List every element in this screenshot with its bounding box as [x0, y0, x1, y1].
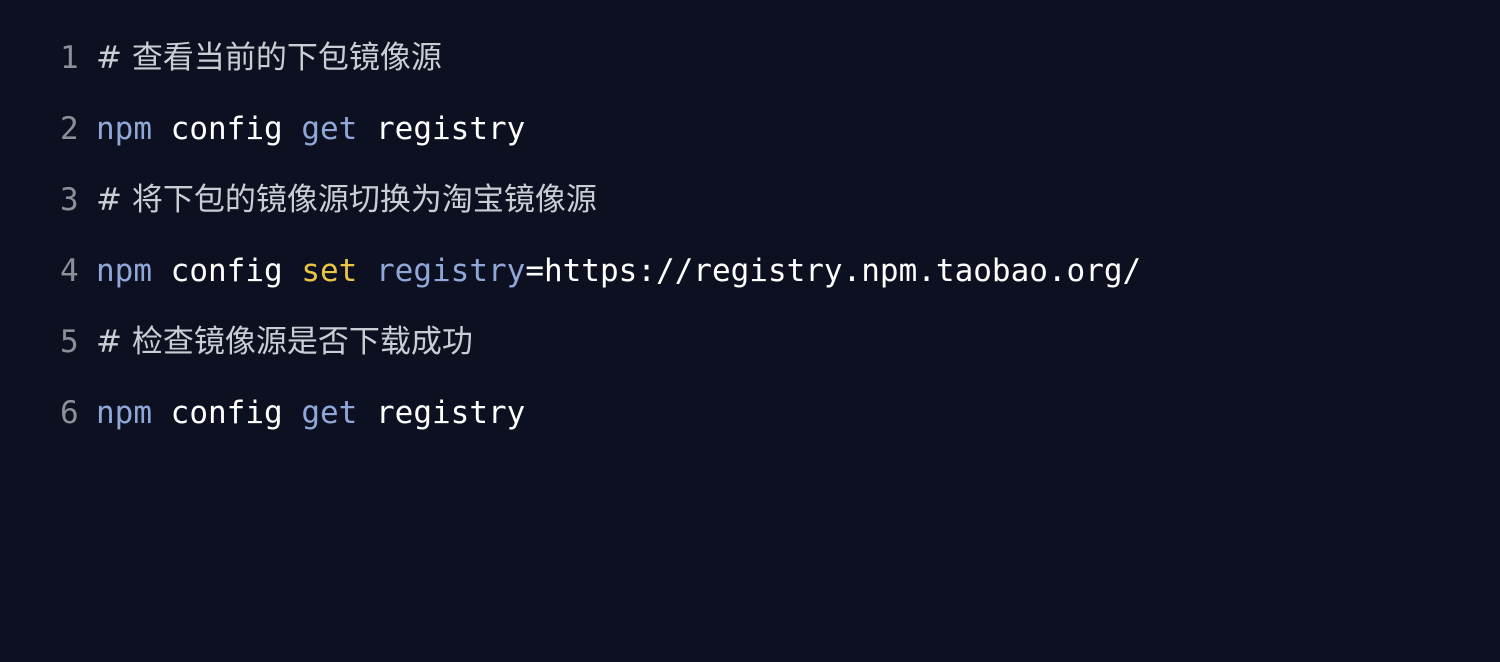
token-argument: registry [376, 253, 526, 289]
code-block: 1 # 查看当前的下包镜像源 2 npm config get registry… [0, 0, 1500, 492]
token-command: npm [96, 111, 152, 147]
line-number: 6 [60, 395, 79, 431]
code-statement: npm config set registry=https://registry… [96, 236, 1141, 307]
code-line-4: 4 npm config set registry=https://regist… [0, 236, 1500, 307]
code-line-6: 6 npm config get registry [0, 378, 1500, 449]
token-subcommand: config [170, 111, 283, 147]
code-line-3: 3 # 将下包的镜像源切换为淘宝镜像源 [0, 165, 1500, 236]
token-argument: registry [376, 111, 526, 147]
token-operation: get [301, 111, 358, 147]
token-operation: set [301, 253, 358, 289]
code-comment: # 将下包的镜像源切换为淘宝镜像源 [96, 182, 597, 218]
line-number: 4 [60, 253, 79, 289]
line-number: 5 [60, 324, 79, 360]
code-line-2: 2 npm config get registry [0, 94, 1500, 165]
token-subcommand: config [170, 253, 283, 289]
line-number: 2 [60, 111, 79, 147]
code-line-5: 5 # 检查镜像源是否下载成功 [0, 307, 1500, 378]
token-operation: get [301, 395, 358, 431]
token-argument: registry [376, 395, 526, 431]
token-command: npm [96, 253, 152, 289]
code-comment: # 查看当前的下包镜像源 [96, 40, 442, 76]
line-number: 1 [60, 40, 79, 76]
code-statement: npm config get registry [96, 378, 525, 449]
token-subcommand: config [170, 395, 283, 431]
line-number: 3 [60, 182, 79, 218]
code-line-1: 1 # 查看当前的下包镜像源 [0, 23, 1500, 94]
token-value: =https://registry.npm.taobao.org/ [525, 253, 1142, 289]
code-statement: npm config get registry [96, 94, 525, 165]
token-command: npm [96, 395, 152, 431]
code-comment: # 检查镜像源是否下载成功 [96, 324, 473, 360]
